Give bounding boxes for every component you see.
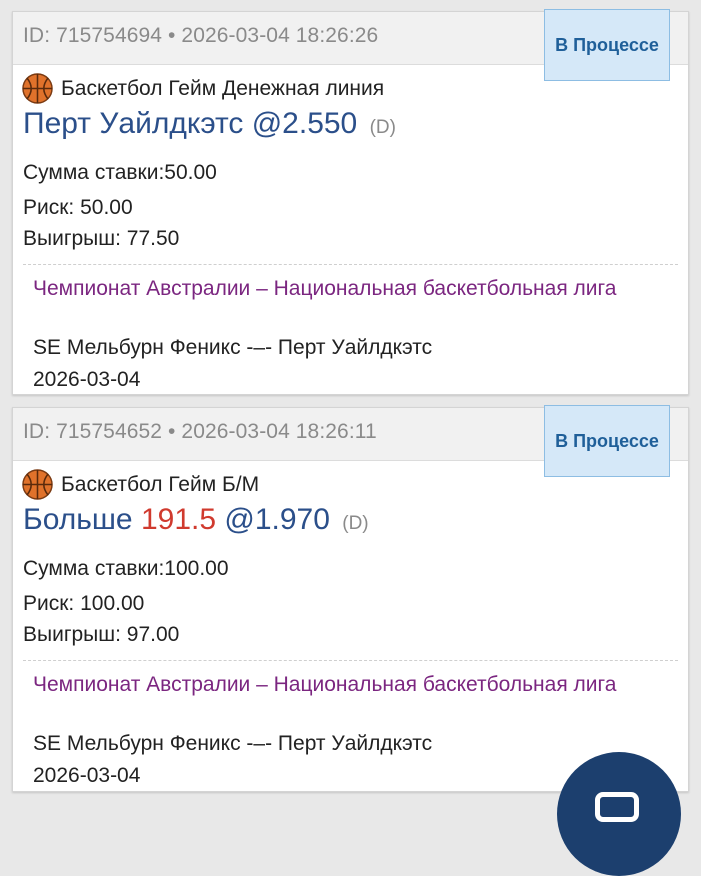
bet-card-header: ID: 715754652 • 2026-03-04 18:26:11 В Пр… bbox=[13, 405, 688, 477]
stake-amount: Сумма ставки:50.00 bbox=[23, 161, 217, 184]
win-amount: Выигрыш: 97.00 bbox=[23, 623, 180, 646]
event-date: 2026-03-04 bbox=[33, 368, 141, 391]
stake-amount: Сумма ставки:100.00 bbox=[23, 557, 229, 580]
selection: Больше 191.5 @1.970 (D) bbox=[23, 503, 369, 537]
sport-market-label: Баскетбол Гейм Б/М bbox=[61, 472, 260, 496]
selection-total: 191.5 bbox=[140, 503, 217, 536]
sport-market-row: Баскетбол Гейм Б/М bbox=[22, 469, 259, 500]
risk-amount: Риск: 100.00 bbox=[23, 592, 145, 615]
league-name: Чемпионат Австралии – Национальная баске… bbox=[33, 673, 617, 696]
section-divider bbox=[23, 660, 678, 661]
selection-type: (D) bbox=[369, 117, 396, 138]
event-date: 2026-03-04 bbox=[33, 764, 141, 787]
bet-id: ID: 715754694 bbox=[23, 24, 163, 47]
bet-meta: ID: 715754652 • 2026-03-04 18:26:11 bbox=[23, 420, 377, 444]
event-name: SE Мельбурн Феникс -–- Перт Уайлдкэтс bbox=[33, 732, 433, 755]
event-name: SE Мельбурн Феникс -–- Перт Уайлдкэтс bbox=[33, 336, 433, 359]
selection-odds: @2.550 bbox=[251, 107, 358, 140]
bet-meta: ID: 715754694 • 2026-03-04 18:26:26 bbox=[23, 24, 378, 48]
win-amount: Выигрыш: 77.50 bbox=[23, 227, 180, 250]
sport-market-label: Баскетбол Гейм Денежная линия bbox=[61, 76, 385, 100]
bet-datetime: 2026-03-04 18:26:11 bbox=[181, 420, 377, 443]
basketball-icon bbox=[22, 73, 53, 104]
meta-separator: • bbox=[168, 420, 182, 443]
bet-card: ID: 715754694 • 2026-03-04 18:26:26 В Пр… bbox=[12, 9, 689, 395]
bet-card: ID: 715754652 • 2026-03-04 18:26:11 В Пр… bbox=[12, 405, 689, 792]
sport-market-row: Баскетбол Гейм Денежная линия bbox=[22, 73, 384, 104]
bet-id: ID: 715754652 bbox=[23, 420, 163, 443]
selection-odds: @1.970 bbox=[224, 503, 330, 536]
selection: Перт Уайлдкэтс @2.550 (D) bbox=[23, 107, 396, 141]
status-badge[interactable]: В Процессе bbox=[544, 9, 670, 81]
selection-team: Перт Уайлдкэтс bbox=[23, 107, 244, 140]
risk-amount: Риск: 50.00 bbox=[23, 196, 133, 219]
selection-word: Больше bbox=[23, 503, 133, 536]
basketball-icon bbox=[22, 469, 53, 500]
selection-type: (D) bbox=[342, 513, 369, 534]
bet-slip-icon bbox=[595, 792, 639, 822]
section-divider bbox=[23, 264, 678, 265]
league-name: Чемпионат Австралии – Национальная баске… bbox=[33, 277, 617, 300]
status-badge[interactable]: В Процессе bbox=[544, 405, 670, 477]
floating-action-button[interactable] bbox=[557, 752, 681, 876]
bet-card-header: ID: 715754694 • 2026-03-04 18:26:26 В Пр… bbox=[13, 9, 688, 81]
meta-separator: • bbox=[168, 24, 182, 47]
bet-datetime: 2026-03-04 18:26:26 bbox=[181, 24, 379, 47]
